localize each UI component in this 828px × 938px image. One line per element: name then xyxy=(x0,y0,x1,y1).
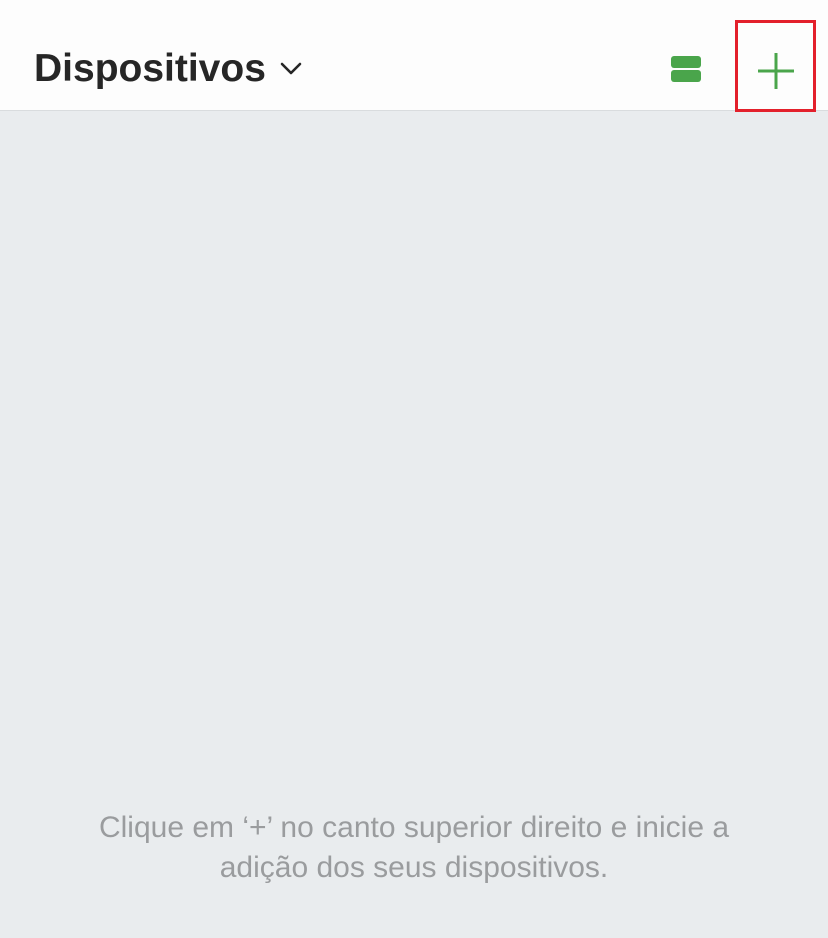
devices-screen: Dispositivos Clique em ‘+’ no canto supe… xyxy=(0,0,828,938)
empty-state-line-1: Clique em ‘+’ no canto superior direito … xyxy=(98,811,730,844)
plus-icon xyxy=(758,53,794,89)
page-title: Dispositivos xyxy=(34,47,266,90)
device-group-dropdown[interactable]: Dispositivos xyxy=(34,44,302,94)
empty-state-line-2: adição dos seus dispositivos. xyxy=(219,851,609,884)
add-device-button[interactable] xyxy=(735,20,816,112)
list-view-icon xyxy=(671,56,701,68)
view-toggle-button[interactable] xyxy=(668,52,704,86)
chevron-down-icon xyxy=(280,62,302,76)
empty-state-message: Clique em ‘+’ no canto superior direito … xyxy=(0,808,828,888)
top-bar: Dispositivos xyxy=(0,0,828,112)
list-view-icon-bar xyxy=(671,70,701,82)
